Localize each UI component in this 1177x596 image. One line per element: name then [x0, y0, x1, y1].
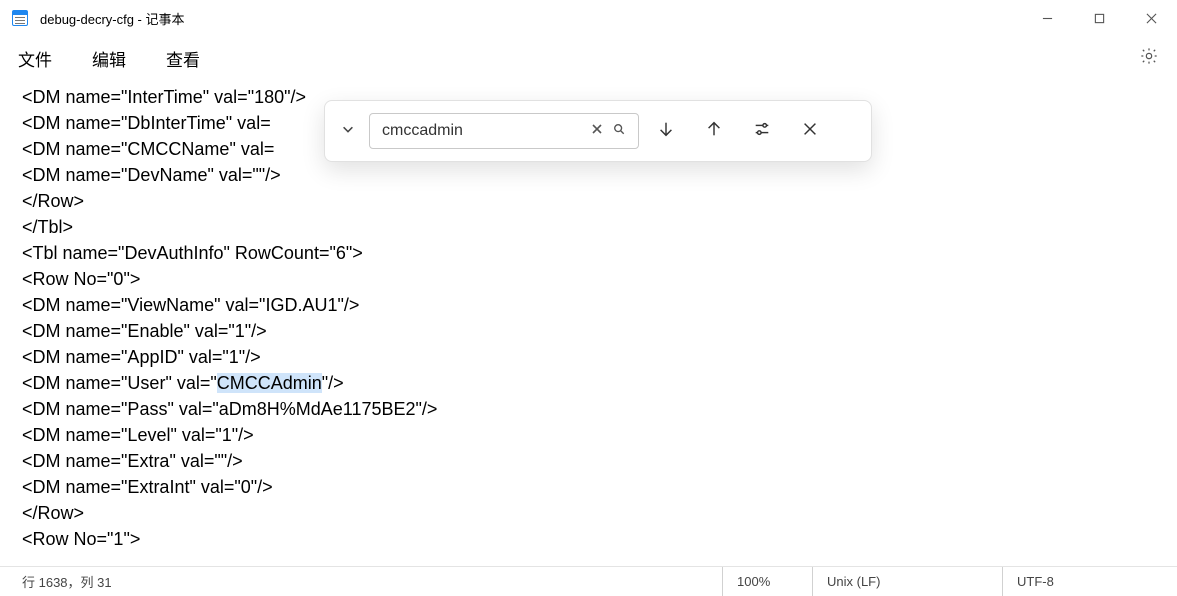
status-zoom[interactable]: 100% — [722, 567, 812, 596]
title-bar: debug-decry-cfg - 记事本 — [0, 0, 1177, 36]
text-line: <Tbl name="DevAuthInfo" RowCount="6"> — [22, 243, 363, 263]
text-line: </Row> — [22, 191, 84, 211]
find-options-button[interactable] — [741, 120, 783, 143]
find-bar: cmccadmin — [324, 100, 872, 162]
find-input[interactable]: cmccadmin — [369, 113, 639, 149]
menu-file[interactable]: 文件 — [18, 46, 52, 71]
find-previous-button[interactable] — [693, 120, 735, 143]
search-match-highlight: CMCCAdmin — [217, 373, 322, 393]
find-clear-button[interactable] — [586, 122, 608, 140]
find-close-button[interactable] — [789, 120, 831, 143]
text-line: <DM name="DbInterTime" val= — [22, 113, 271, 133]
text-line: </Row> — [22, 503, 84, 523]
status-encoding: UTF-8 — [1002, 567, 1155, 596]
text-line: <DM name="ExtraInt" val="0"/> — [22, 477, 273, 497]
menu-view[interactable]: 查看 — [166, 46, 200, 71]
text-line: </Tbl> — [22, 217, 73, 237]
text-line: <DM name="Extra" val=""/> — [22, 451, 243, 471]
text-line: <DM name="Level" val="1"/> — [22, 425, 254, 445]
text-line: <DM name="ViewName" val="IGD.AU1"/> — [22, 295, 359, 315]
window-title: debug-decry-cfg - 记事本 — [40, 9, 185, 28]
close-button[interactable] — [1125, 0, 1177, 36]
find-next-button[interactable] — [645, 120, 687, 143]
menu-bar: 文件 编辑 查看 — [0, 36, 1177, 80]
maximize-button[interactable] — [1073, 0, 1125, 36]
status-cursor-position: 行 1638，列 31 — [22, 567, 722, 596]
text-line: <DM name="DevName" val=""/> — [22, 165, 281, 185]
text-line: <DM name="Enable" val="1"/> — [22, 321, 267, 341]
settings-button[interactable] — [1139, 46, 1159, 71]
find-input-value: cmccadmin — [382, 122, 586, 140]
text-line: <Row No="1"> — [22, 529, 140, 549]
text-line: <DM name="CMCCName" val= — [22, 139, 274, 159]
text-line: <Row No="0"> — [22, 269, 140, 289]
find-expand-toggle[interactable] — [333, 122, 363, 141]
text-line: "/> — [322, 373, 344, 393]
status-bar: 行 1638，列 31 100% Unix (LF) UTF-8 — [0, 566, 1177, 596]
window-controls — [1021, 0, 1177, 36]
minimize-button[interactable] — [1021, 0, 1073, 36]
notepad-icon — [12, 10, 28, 26]
menu-edit[interactable]: 编辑 — [92, 46, 126, 71]
text-line: <DM name="Pass" val="aDm8H%MdAe1175BE2"/… — [22, 399, 437, 419]
text-line: <DM name="User" val=" — [22, 373, 217, 393]
find-search-button[interactable] — [608, 122, 630, 140]
text-line: <DM name="AppID" val="1"/> — [22, 347, 261, 367]
status-line-ending: Unix (LF) — [812, 567, 1002, 596]
text-line: <DM name="InterTime" val="180"/> — [22, 87, 306, 107]
